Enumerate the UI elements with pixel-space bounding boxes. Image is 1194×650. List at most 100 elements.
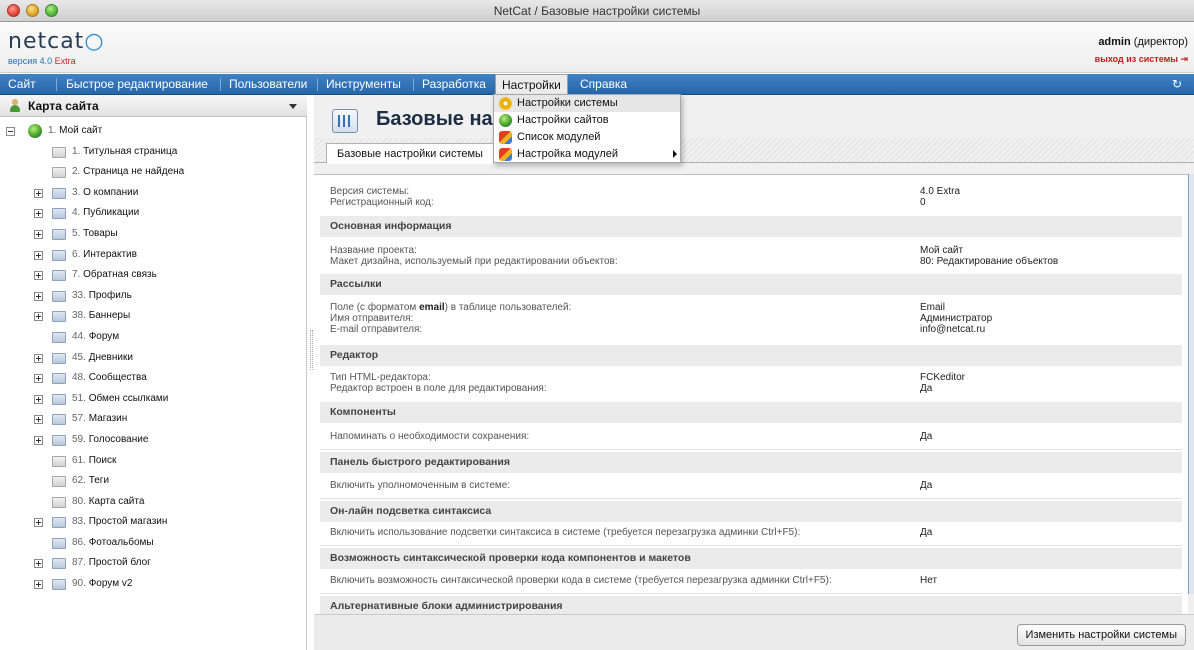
- folder-icon: [52, 167, 66, 179]
- menu-site[interactable]: Сайт: [2, 74, 42, 95]
- tree-item[interactable]: 45. Дневники: [0, 348, 307, 369]
- tree-item[interactable]: 33. Профиль: [0, 286, 307, 307]
- expand-icon[interactable]: [34, 312, 43, 322]
- expand-icon[interactable]: [34, 188, 43, 198]
- setting-label: Название проекта:: [330, 245, 417, 256]
- setting-label: E-mail отправителя:: [330, 324, 423, 335]
- tree-item[interactable]: 7. Обратная связь: [0, 265, 307, 286]
- tab-basic-settings[interactable]: Базовые настройки системы: [326, 143, 494, 164]
- save-settings-button[interactable]: Изменить настройки системы: [1016, 624, 1186, 646]
- menu-quick-edit[interactable]: Быстрое редактирование: [60, 74, 214, 95]
- setting-value: Администратор: [920, 313, 993, 324]
- netcat-logo[interactable]: netcat○: [8, 29, 105, 54]
- folder-icon: [52, 187, 66, 199]
- expand-icon[interactable]: [34, 580, 43, 590]
- menu-separator: [56, 78, 57, 91]
- expand-icon[interactable]: [34, 435, 43, 445]
- setting-label: Тип HTML-редактора:: [330, 372, 431, 383]
- logout-link[interactable]: выход из системы ⇥: [1095, 54, 1188, 65]
- tree-item[interactable]: 90. Форум v2: [0, 574, 307, 595]
- tree-item[interactable]: 57. Магазин: [0, 409, 307, 430]
- tree-item[interactable]: 48. Сообщества: [0, 368, 307, 389]
- folder-icon: [52, 228, 66, 240]
- tree-item[interactable]: 4. Публикации: [0, 203, 307, 224]
- tree-item[interactable]: 61. Поиск: [0, 451, 307, 472]
- gear-icon: [499, 97, 512, 110]
- expand-icon[interactable]: [34, 415, 43, 425]
- refresh-icon[interactable]: ↻: [1172, 77, 1182, 91]
- menu-development[interactable]: Разработка: [416, 74, 492, 95]
- action-bar: Изменить настройки системы: [314, 614, 1194, 650]
- expand-icon[interactable]: [34, 353, 43, 363]
- collapse-icon[interactable]: [6, 127, 15, 136]
- tree-item[interactable]: 5. Товары: [0, 224, 307, 245]
- globe-icon: [28, 124, 42, 138]
- expand-icon[interactable]: [34, 559, 43, 569]
- tree-item-site[interactable]: 1. Мой сайт: [0, 121, 307, 142]
- user-icon: [9, 99, 21, 112]
- folder-icon: [52, 455, 66, 467]
- dropdown-module-settings[interactable]: Настройка модулей: [494, 146, 680, 163]
- setting-value: Мой сайт: [920, 245, 964, 256]
- setting-value: 0: [920, 197, 926, 208]
- tree-item[interactable]: 51. Обмен ссылками: [0, 389, 307, 410]
- tree-item[interactable]: 62. Теги: [0, 471, 307, 492]
- folder-icon: [52, 517, 66, 529]
- content-scrollbar[interactable]: [1188, 174, 1194, 594]
- tree-item[interactable]: 83. Простой магазин: [0, 512, 307, 533]
- expand-icon[interactable]: [34, 209, 43, 219]
- folder-icon: [52, 434, 66, 446]
- modules-icon: [499, 148, 512, 161]
- chevron-down-icon[interactable]: [289, 104, 297, 109]
- expand-icon[interactable]: [34, 229, 43, 239]
- setting-label: Версия системы:: [330, 186, 410, 197]
- dropdown-system-settings[interactable]: Настройки системы: [494, 95, 680, 112]
- setting-value: 80: Редактирование объектов: [920, 256, 1059, 267]
- logout-icon: ⇥: [1180, 54, 1188, 64]
- menu-help[interactable]: Справка: [574, 74, 633, 95]
- tree-item[interactable]: 3. О компании: [0, 183, 307, 204]
- window-titlebar: NetCat / Базовые настройки системы: [0, 0, 1194, 22]
- sitemap-selector[interactable]: Карта сайта: [0, 95, 307, 117]
- user-name[interactable]: admin: [1098, 36, 1130, 48]
- sidebar: Карта сайта 1. Мой сайт 1. Титульная стр…: [0, 95, 307, 650]
- folder-icon: [52, 311, 66, 323]
- setting-label: Поле (с форматом email) в таблице пользо…: [330, 302, 572, 313]
- dropdown-module-list[interactable]: Список модулей: [494, 129, 680, 146]
- folder-icon: [52, 208, 66, 220]
- tree-item[interactable]: 38. Баннеры: [0, 306, 307, 327]
- tree-item[interactable]: 59. Голосование: [0, 430, 307, 451]
- tree-item[interactable]: 44. Форум: [0, 327, 307, 348]
- folder-icon: [52, 558, 66, 570]
- dropdown-site-settings[interactable]: Настройки сайтов: [494, 112, 680, 129]
- expand-icon[interactable]: [34, 271, 43, 281]
- tree-item[interactable]: 2. Страница не найдена: [0, 162, 307, 183]
- folder-icon: [52, 537, 66, 549]
- tree-item[interactable]: 80. Карта сайта: [0, 492, 307, 513]
- expand-icon[interactable]: [34, 374, 43, 384]
- expand-icon[interactable]: [34, 291, 43, 301]
- folder-icon: [52, 290, 66, 302]
- tree-item[interactable]: 86. Фотоальбомы: [0, 533, 307, 554]
- menu-separator: [317, 78, 318, 91]
- tree-item[interactable]: 87. Простой блог: [0, 553, 307, 574]
- setting-label: Напоминать о необходимости сохранения:: [330, 431, 530, 442]
- expand-icon[interactable]: [34, 394, 43, 404]
- settings-dropdown: Настройки системы Настройки сайтов Списо…: [493, 94, 681, 163]
- section-header: Компоненты: [320, 402, 1182, 423]
- folder-icon: [52, 496, 66, 508]
- menu-separator: [413, 78, 414, 91]
- setting-value: Да: [920, 383, 933, 394]
- section-header: Альтернативные блоки администрирования: [320, 596, 1182, 614]
- tree-item[interactable]: 6. Интерактив: [0, 245, 307, 266]
- setting-label: Имя отправителя:: [330, 313, 414, 324]
- menu-users[interactable]: Пользователи: [223, 74, 313, 95]
- menu-tools[interactable]: Инструменты: [320, 74, 407, 95]
- panel-resize-handle[interactable]: [310, 330, 313, 370]
- menu-settings[interactable]: Настройки: [495, 74, 568, 95]
- expand-icon[interactable]: [34, 518, 43, 528]
- tree-item[interactable]: 1. Титульная страница: [0, 142, 307, 163]
- submenu-arrow-icon: [673, 150, 677, 158]
- setting-value: Нет: [920, 575, 938, 586]
- expand-icon[interactable]: [34, 250, 43, 260]
